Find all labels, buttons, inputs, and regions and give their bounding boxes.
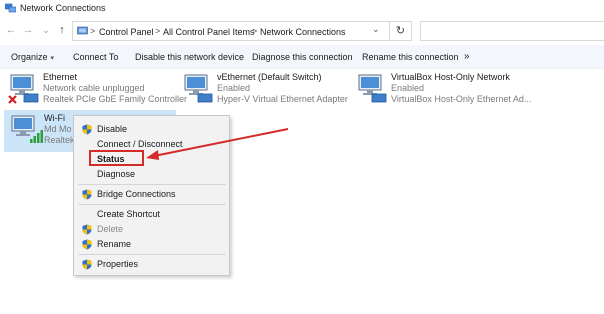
- connect-to-button[interactable]: Connect To: [73, 52, 118, 62]
- adapter-status: Enabled: [391, 83, 425, 93]
- menu-item-delete[interactable]: Delete: [74, 222, 229, 236]
- up-arrow-icon[interactable]: ↑: [56, 24, 68, 36]
- menu-separator: [78, 184, 226, 185]
- breadcrumb-network-connections[interactable]: Network Connections: [260, 27, 346, 37]
- adapter-ethernet[interactable]: Ethernet Network cable unplugged Realtek…: [4, 70, 187, 112]
- ethernet-disconnected-icon: [8, 74, 39, 104]
- menu-item-label: Properties: [97, 259, 139, 269]
- adapter-vethernet-default-switch[interactable]: vEthernet (Default Switch) Enabled Hyper…: [178, 70, 348, 112]
- uac-shield-icon: [82, 189, 92, 200]
- rename-connection-button[interactable]: Rename this connection: [362, 52, 459, 62]
- forward-arrow-icon[interactable]: →: [22, 24, 34, 36]
- refresh-icon[interactable]: ↻: [390, 21, 412, 41]
- address-row: ← → ⌄ ↑ > Control Panel > All Control Pa…: [0, 20, 604, 42]
- uac-shield-icon: [82, 239, 92, 250]
- status-highlight-annotation: [89, 150, 144, 166]
- breadcrumb-separator: >: [155, 26, 161, 36]
- adapter-device: VirtualBox Host-Only Ethernet Ad...: [391, 94, 532, 104]
- organize-menu-button[interactable]: Organize ▾: [11, 52, 54, 62]
- adapter-name: Wi-Fi: [44, 113, 65, 123]
- recent-locations-chevron-icon[interactable]: ⌄: [40, 24, 52, 36]
- adapter-device: Realtek: [44, 135, 75, 145]
- menu-item-label: Rename: [97, 239, 132, 249]
- window-title: Network Connections: [20, 3, 106, 13]
- adapter-name: vEthernet (Default Switch): [217, 72, 322, 82]
- breadcrumb-all-items[interactable]: All Control Panel Items: [163, 27, 255, 37]
- menu-item-label: Bridge Connections: [97, 189, 176, 199]
- diagnose-connection-button[interactable]: Diagnose this connection: [252, 52, 353, 62]
- adapter-virtualbox-host-only[interactable]: VirtualBox Host-Only Network Enabled Vir…: [352, 70, 532, 112]
- menu-item-label: Delete: [97, 224, 124, 234]
- uac-shield-icon: [82, 259, 92, 270]
- organize-label: Organize: [11, 52, 48, 62]
- menu-item-rename[interactable]: Rename: [74, 237, 229, 251]
- uac-shield-icon: [82, 224, 92, 235]
- menu-item-label: Disable: [97, 124, 128, 134]
- ethernet-icon: [358, 74, 387, 103]
- chevron-down-icon: ▾: [50, 55, 55, 62]
- adapter-name: Ethernet: [43, 72, 78, 82]
- address-dropdown-chevron-icon[interactable]: ⌄: [372, 24, 380, 35]
- search-input[interactable]: [420, 21, 604, 41]
- ethernet-icon: [184, 74, 213, 103]
- adapter-device: Realtek PCIe GbE Family Controller: [43, 94, 188, 104]
- back-arrow-icon[interactable]: ←: [5, 24, 17, 36]
- menu-separator: [78, 254, 226, 255]
- menu-item-create-shortcut[interactable]: Create Shortcut: [74, 207, 229, 221]
- adapter-name: VirtualBox Host-Only Network: [391, 72, 510, 82]
- breadcrumb-control-panel[interactable]: Control Panel: [99, 27, 154, 37]
- adapter-device: Hyper-V Virtual Ethernet Adapter: [217, 94, 348, 104]
- wifi-icon: [11, 115, 43, 143]
- network-connections-app-icon: [5, 3, 16, 13]
- breadcrumb-separator: >: [90, 26, 96, 36]
- title-bar: Network Connections: [0, 0, 604, 17]
- command-toolbar: Organize ▾ Connect To Disable this networ…: [0, 45, 604, 69]
- more-commands-chevron-icon[interactable]: »: [464, 51, 470, 62]
- menu-item-bridge-connections[interactable]: Bridge Connections: [74, 187, 229, 201]
- adapter-status: Network cable unplugged: [43, 83, 145, 93]
- menu-item-diagnose[interactable]: Diagnose: [74, 167, 229, 181]
- uac-shield-icon: [82, 124, 92, 135]
- control-panel-icon: [77, 26, 88, 35]
- menu-separator: [78, 204, 226, 205]
- address-bar[interactable]: > Control Panel > All Control Panel Item…: [72, 21, 390, 41]
- annotation-arrow-icon: [146, 128, 289, 160]
- adapter-status: Enabled: [217, 83, 251, 93]
- breadcrumb-separator: >: [252, 26, 258, 36]
- menu-item-label: Diagnose: [97, 169, 136, 179]
- menu-item-label: Create Shortcut: [97, 209, 161, 219]
- disable-device-button[interactable]: Disable this network device: [135, 52, 244, 62]
- menu-item-properties[interactable]: Properties: [74, 257, 229, 271]
- adapter-status: Md Mo: [44, 124, 72, 134]
